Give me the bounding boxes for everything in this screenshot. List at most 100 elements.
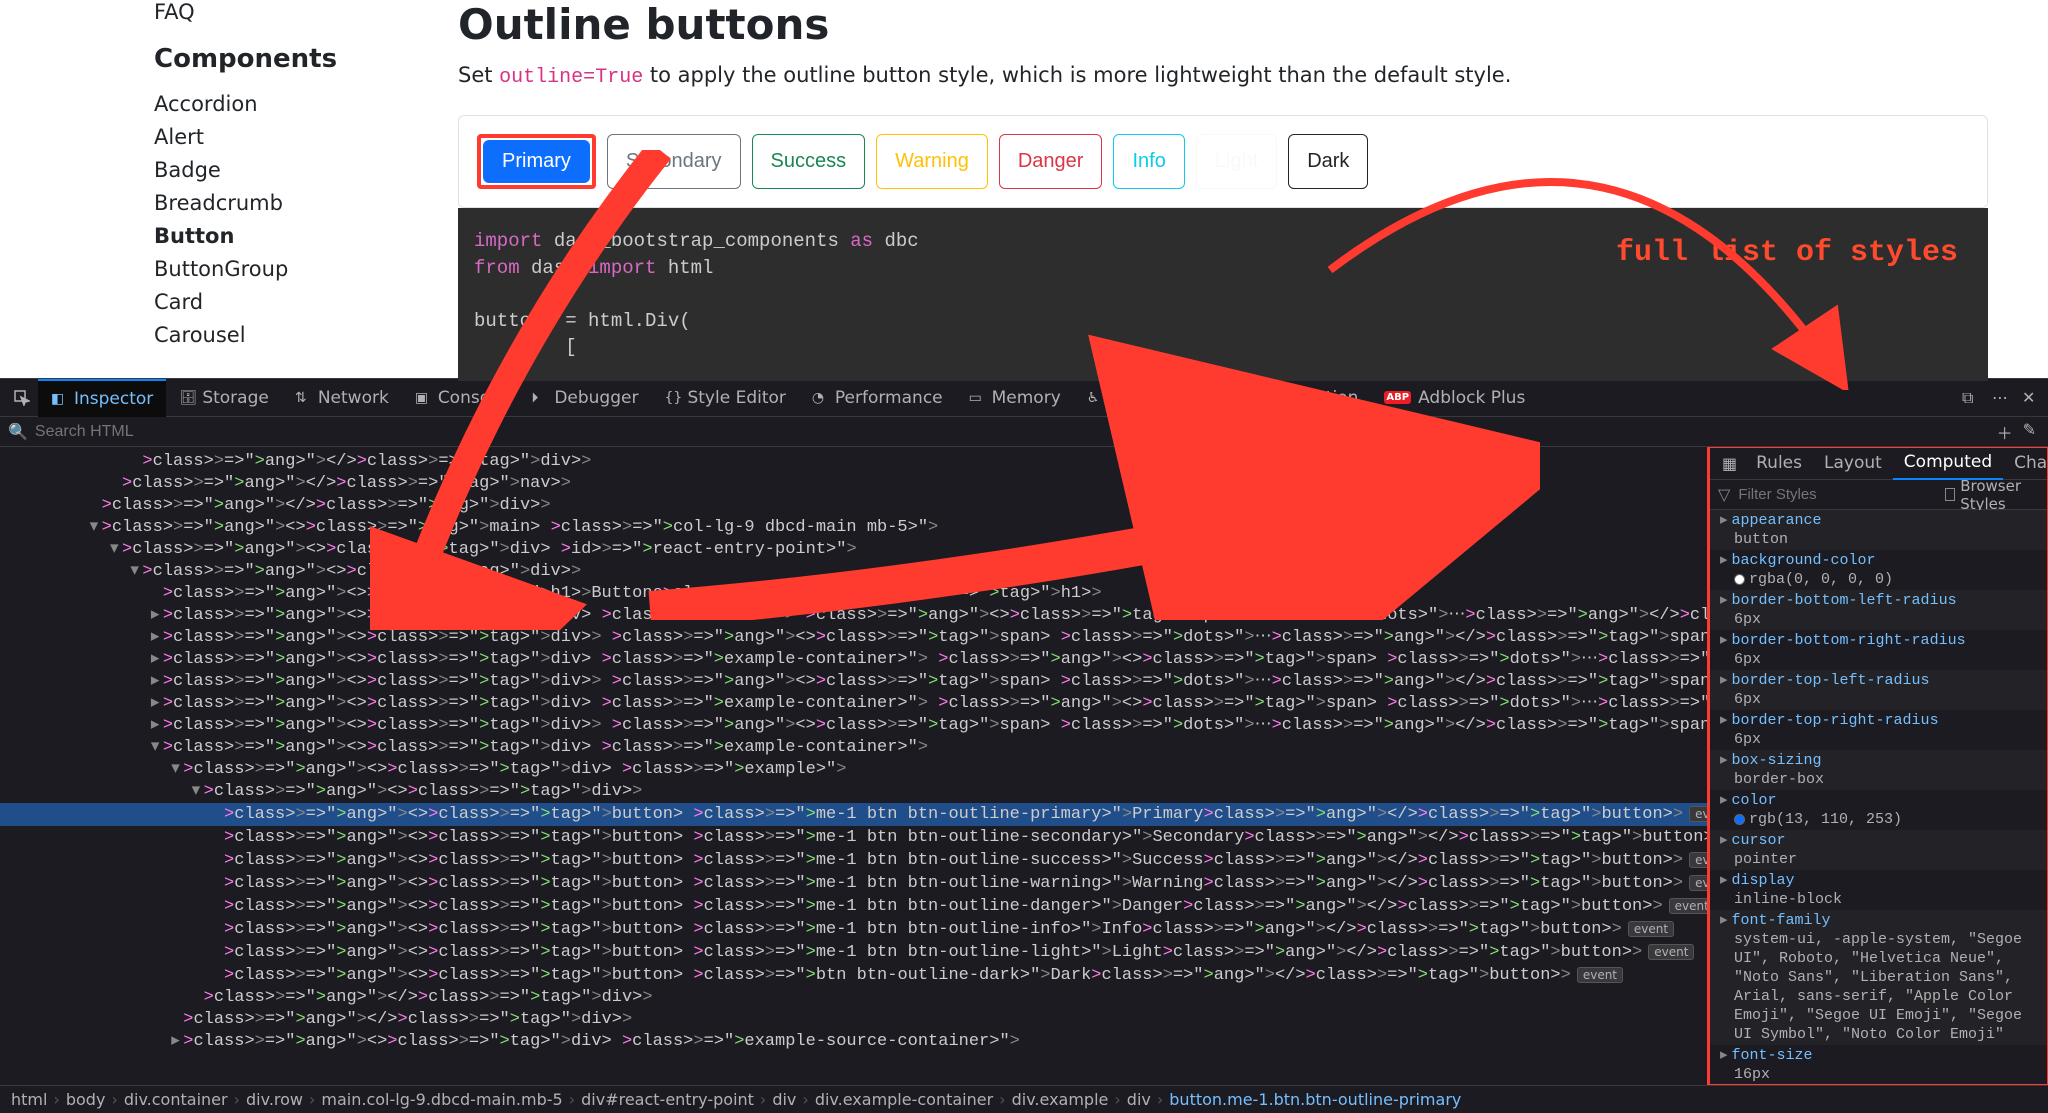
dom-line[interactable]: >class>>=>">ang>"></>>class>>=>">tag>">n… <box>0 473 1708 495</box>
breadcrumb-item[interactable]: div.container <box>118 1090 234 1109</box>
devtools-tab-debugger[interactable]: ⏵Debugger <box>518 379 651 417</box>
dom-line[interactable]: ▸>class>>=>">ang>"><>>class>>=>">tag>">d… <box>0 605 1708 627</box>
page-heading: Outline buttons <box>458 0 1988 49</box>
outline-button-warning[interactable]: Warning <box>876 134 988 189</box>
eyedropper-icon[interactable]: ✎ <box>2023 420 2036 444</box>
computed-prop-color[interactable]: ▸colorrgb(13, 110, 253) <box>1710 790 2048 830</box>
devtools-tab-performance[interactable]: ◔Performance <box>799 379 956 417</box>
sidebar-item-alert[interactable]: Alert <box>154 125 458 149</box>
outline-button-danger[interactable]: Danger <box>999 134 1103 189</box>
sidebar-section-title: Components <box>154 44 458 74</box>
computed-prop-cursor[interactable]: ▸cursorpointer <box>1710 830 2048 870</box>
inline-code: outline=True <box>499 66 643 89</box>
computed-prop-border-bottom-left-radius[interactable]: ▸border-bottom-left-radius6px <box>1710 590 2048 630</box>
devtools-tab-memory[interactable]: ▭Memory <box>956 379 1074 417</box>
computed-prop-font-family[interactable]: ▸font-familysystem-ui, -apple-system, "S… <box>1710 910 2048 1045</box>
dom-line[interactable]: ▸>class>>=>">ang>"><>>class>>=>">tag>">d… <box>0 693 1708 715</box>
breadcrumb-item[interactable]: div.example <box>1006 1090 1115 1109</box>
dom-line[interactable]: ▸>class>>=>">ang>"><>>class>>=>">tag>">d… <box>0 1031 1708 1053</box>
dom-line[interactable]: ▸>class>>=>">ang>"><>>class>>=>">tag>">d… <box>0 715 1708 737</box>
outline-button-primary[interactable]: Primary <box>483 140 590 183</box>
devtools-tab-inspector[interactable]: ◧Inspector <box>38 379 166 417</box>
dom-line[interactable]: ▾>class>>=>">ang>"><>>class>>=>">tag>">d… <box>0 759 1708 781</box>
computed-prop-font-size[interactable]: ▸font-size16px <box>1710 1045 2048 1085</box>
outline-button-dark[interactable]: Dark <box>1288 134 1368 189</box>
computed-prop-border-top-left-radius[interactable]: ▸border-top-left-radius6px <box>1710 670 2048 710</box>
outline-button-info[interactable]: Info <box>1113 134 1184 189</box>
breadcrumb-item[interactable]: main.col-lg-9.dbcd-main.mb-5 <box>315 1090 568 1109</box>
outline-button-light[interactable]: Light <box>1196 134 1277 189</box>
devtools-tab-accessibility[interactable]: ♿Accessibility <box>1074 379 1228 417</box>
sidebar-item-breadcrumb[interactable]: Breadcrumb <box>154 191 458 215</box>
breadcrumb-item[interactable]: div.row <box>240 1090 309 1109</box>
computed-prop-border-top-right-radius[interactable]: ▸border-top-right-radius6px <box>1710 710 2048 750</box>
dom-line[interactable]: >class>>=>">ang>"><>>class>>=>">tag>">bu… <box>0 964 1708 987</box>
computed-prop-display[interactable]: ▸displayinline-block <box>1710 870 2048 910</box>
breadcrumb-item[interactable]: body <box>60 1090 112 1109</box>
sidebar-item-buttongroup[interactable]: ButtonGroup <box>154 257 458 281</box>
sidebar-faq[interactable]: FAQ <box>154 0 458 24</box>
dom-line[interactable]: ▸>class>>=>">ang>"><>>class>>=>">tag>">d… <box>0 671 1708 693</box>
devtools-tab-style-editor[interactable]: {}Style Editor <box>651 379 798 417</box>
breadcrumb-item[interactable]: div <box>1121 1090 1157 1109</box>
sidebar-item-accordion[interactable]: Accordion <box>154 92 458 116</box>
responsive-mode-icon[interactable]: ⧉ <box>1962 388 1982 408</box>
element-picker-icon[interactable] <box>6 379 38 417</box>
dom-line[interactable]: >class>>=>">ang>"></>>class>>=>">tag>">d… <box>0 987 1708 1009</box>
sidebar-item-carousel[interactable]: Carousel <box>154 323 458 347</box>
dom-line[interactable]: >class>>=>">ang>"><>>class>>=>">tag>">bu… <box>0 941 1708 964</box>
search-html-input[interactable] <box>35 423 1135 441</box>
more-icon[interactable]: ⋯ <box>1992 388 2012 408</box>
styles-tab-computed[interactable]: Computed <box>1893 447 2003 480</box>
breadcrumb-item[interactable]: html <box>5 1090 53 1109</box>
styles-tab-rules[interactable]: Rules <box>1745 447 1813 480</box>
browser-styles-checkbox[interactable]: Browser Styles <box>1945 477 2040 513</box>
outline-button-success[interactable]: Success <box>752 134 866 189</box>
computed-prop-border-bottom-right-radius[interactable]: ▸border-bottom-right-radius6px <box>1710 630 2048 670</box>
styles-tab-changes[interactable]: Changes <box>2003 447 2048 480</box>
sidebar-item-button[interactable]: Button <box>154 224 458 248</box>
outline-button-secondary[interactable]: Secondary <box>607 134 741 189</box>
dom-line[interactable]: ▾>class>>=>">ang>"><>>class>>=>">tag>">d… <box>0 539 1708 561</box>
sidebar-item-card[interactable]: Card <box>154 290 458 314</box>
computed-prop-background-color[interactable]: ▸background-colorrgba(0, 0, 0, 0) <box>1710 550 2048 590</box>
close-icon[interactable]: ✕ <box>2022 388 2042 408</box>
filter-styles-row: ▽ Browser Styles <box>1710 480 2048 510</box>
devtools-tab-adblock-plus[interactable]: ABP Adblock Plus <box>1371 379 1538 417</box>
computed-prop-box-sizing[interactable]: ▸box-sizingborder-box <box>1710 750 2048 790</box>
add-element-icon[interactable]: ＋ <box>1997 420 2013 444</box>
dom-line[interactable]: ▸>class>>=>">ang>"><>>class>>=>">tag>">d… <box>0 627 1708 649</box>
dom-line[interactable]: >class>>=>">ang>"></>>class>>=>">tag>">d… <box>0 451 1708 473</box>
dom-line[interactable]: ▾>class>>=>">ang>"><>>class>>=>">tag>">d… <box>0 781 1708 803</box>
dom-line[interactable]: ▾>class>>=>">ang>"><>>class>>=>">tag>">d… <box>0 561 1708 583</box>
breadcrumb-item[interactable]: div.example-container <box>809 1090 999 1109</box>
dom-line[interactable]: >class>>=>">ang>"><>>class>>=>">tag>">bu… <box>0 826 1708 849</box>
dom-line[interactable]: ▾>class>>=>">ang>"><>>class>>=>">tag>">d… <box>0 737 1708 759</box>
devtools-tab-network[interactable]: ⇅Network <box>282 379 402 417</box>
computed-prop-appearance[interactable]: ▸appearancebutton <box>1710 510 2048 550</box>
devtools-tab-storage[interactable]: 🗄Storage <box>166 379 282 417</box>
filter-styles-input[interactable] <box>1738 486 1937 503</box>
breadcrumb-item[interactable]: button.me-1.btn.btn-outline-primary <box>1163 1090 1467 1109</box>
styles-tab-layout[interactable]: Layout <box>1813 447 1893 480</box>
dom-line[interactable]: >class>>=>">ang>"></>>class>>=>">tag>">d… <box>0 1009 1708 1031</box>
breadcrumb-item[interactable]: div#react-entry-point <box>575 1090 760 1109</box>
highlight-box: Primary <box>477 134 596 189</box>
dom-line[interactable]: >class>>=>">ang>"><>>class>>=>">tag>">bu… <box>0 918 1708 941</box>
layout-view-icon[interactable]: ▦ <box>1714 454 1745 473</box>
dom-line[interactable]: >class>>=>">ang>"><>>class>>=>">tag>">bu… <box>0 872 1708 895</box>
devtools-tab-console[interactable]: ▣Console <box>402 379 519 417</box>
dom-line[interactable]: >class>>=>">ang>"><>>class>>=>">tag>">bu… <box>0 849 1708 872</box>
dom-line[interactable]: >class>>=>">ang>"><>>class>>=>">tag>">bu… <box>0 895 1708 918</box>
dom-line[interactable]: >class>>=>">ang>"><>>class>>=>">tag>">bu… <box>0 803 1708 826</box>
dom-line[interactable]: >class>>=>">ang>"></>>class>>=>">tag>">d… <box>0 495 1708 517</box>
dom-breadcrumb[interactable]: html›body›div.container›div.row›main.col… <box>0 1085 2048 1113</box>
computed-styles-list[interactable]: ▸appearancebutton▸background-colorrgba(0… <box>1710 510 2048 1085</box>
dom-line[interactable]: ▸>class>>=>">ang>"><>>class>>=>">tag>">d… <box>0 649 1708 671</box>
dom-tree[interactable]: >class>>=>">ang>"></>>class>>=>">tag>">d… <box>0 447 1708 1085</box>
breadcrumb-item[interactable]: div <box>766 1090 802 1109</box>
devtools-tab-application[interactable]: ▦Application <box>1227 379 1371 417</box>
sidebar-item-badge[interactable]: Badge <box>154 158 458 182</box>
dom-line[interactable]: ▾>class>>=>">ang>"><>>class>>=>">tag>">m… <box>0 517 1708 539</box>
dom-line[interactable]: >class>>=>">ang>"><>>class>>=>">tag>">h1… <box>0 583 1708 605</box>
